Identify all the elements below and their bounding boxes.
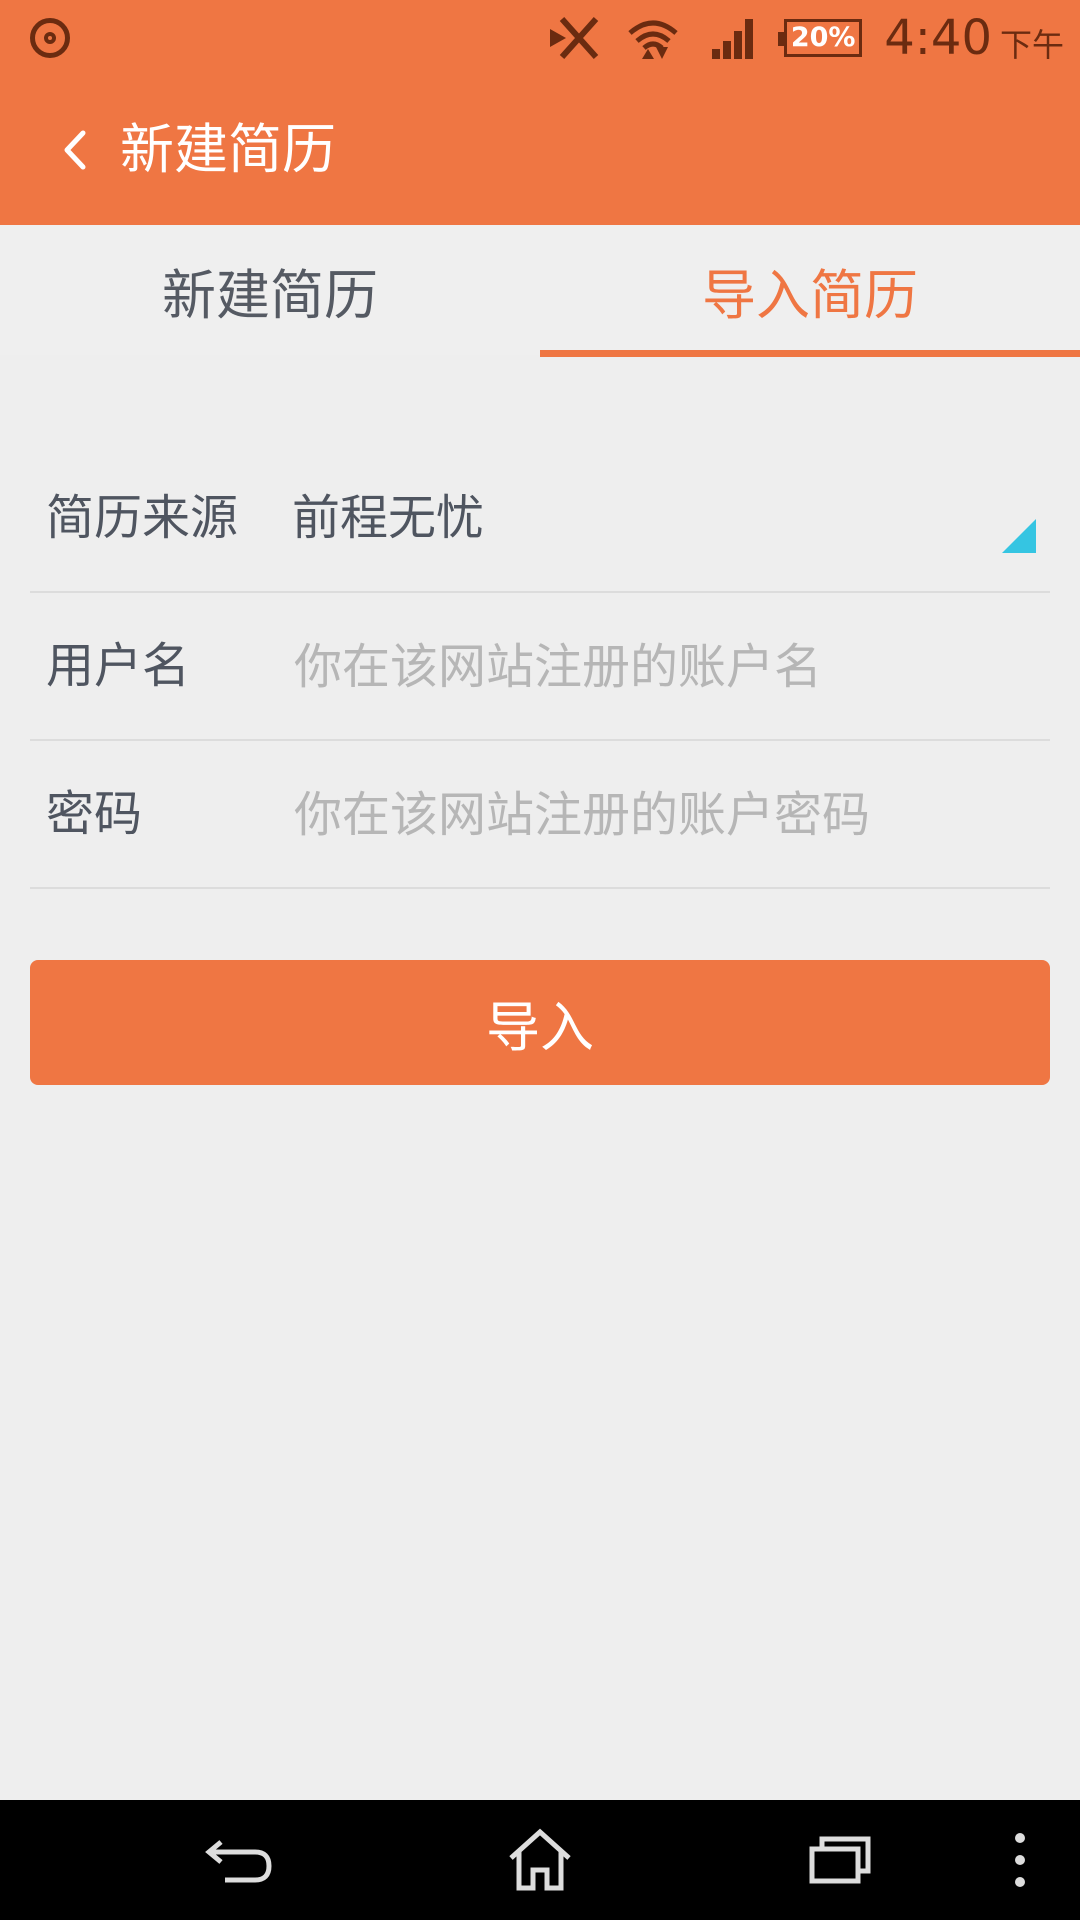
- active-tab-indicator: [540, 350, 1080, 357]
- recent-apps-icon: [809, 1836, 871, 1884]
- back-icon: [205, 1840, 272, 1883]
- password-label: 密码: [46, 786, 143, 842]
- dropdown-indicator-icon: [1002, 519, 1036, 553]
- username-label: 用户名: [46, 638, 191, 694]
- source-label: 简历来源: [46, 490, 239, 546]
- status-ampm: 下午: [999, 25, 1064, 64]
- nfc-icon: [550, 16, 599, 59]
- tab-create-label: 新建简历: [162, 263, 378, 327]
- import-button[interactable]: 导入: [30, 960, 1050, 1085]
- status-icons: 20% 4:40 下午: [544, 0, 1064, 75]
- page-title: 新建简历: [120, 118, 336, 181]
- import-form: 简历来源 前程无忧 用户名 密码: [30, 445, 1050, 889]
- tab-import-label: 导入简历: [702, 263, 918, 327]
- nav-back-button[interactable]: [180, 1820, 300, 1900]
- wifi-icon: [628, 20, 678, 59]
- app-notification-icon: [30, 18, 70, 58]
- tab-create-resume[interactable]: 新建简历: [0, 225, 540, 355]
- back-button[interactable]: [40, 115, 110, 185]
- username-row: 用户名: [30, 593, 1050, 741]
- home-icon: [509, 1828, 571, 1891]
- password-input[interactable]: [292, 769, 1036, 861]
- password-row: 密码: [30, 741, 1050, 889]
- nav-menu-button[interactable]: [980, 1820, 1060, 1900]
- chevron-left-icon: [64, 130, 86, 170]
- navigation-bar: [0, 1800, 1080, 1920]
- battery-percent: 20%: [790, 22, 856, 53]
- username-input[interactable]: [292, 621, 1036, 713]
- overflow-menu-icon: [1015, 1833, 1025, 1887]
- source-select[interactable]: 前程无忧: [292, 445, 484, 591]
- status-bar: 20% 4:40 下午: [0, 0, 1080, 75]
- signal-icon: [712, 18, 754, 59]
- nav-home-button[interactable]: [480, 1820, 600, 1900]
- source-row[interactable]: 简历来源 前程无忧: [30, 445, 1050, 593]
- nav-recent-button[interactable]: [780, 1820, 900, 1900]
- tab-bar: 新建简历 导入简历: [0, 225, 1080, 355]
- battery-icon: 20%: [778, 18, 863, 57]
- app-bar: 新建简历: [0, 75, 1080, 225]
- status-time: 4:40: [884, 9, 992, 66]
- tab-import-resume[interactable]: 导入简历: [540, 225, 1080, 355]
